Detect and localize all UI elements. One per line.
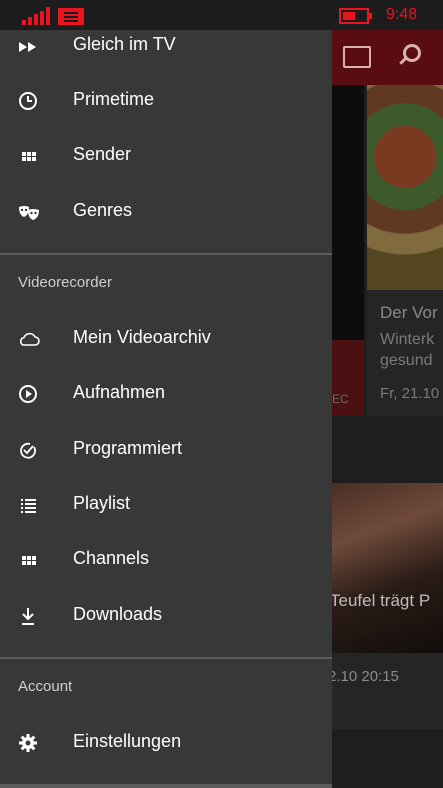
- nav-label: Sender: [73, 144, 132, 164]
- nav-item-einstellungen[interactable]: Einstellungen: [0, 719, 332, 769]
- section-header-videorecorder: Videorecorder: [18, 274, 112, 291]
- food-tile-image[interactable]: [367, 85, 443, 290]
- nav-label: Einstellungen: [73, 731, 182, 751]
- nav-item-genres[interactable]: Genres: [0, 188, 332, 238]
- tile-dark[interactable]: [332, 85, 364, 370]
- play-circle-icon: [19, 385, 37, 403]
- signal-strength-icon: [22, 7, 50, 25]
- section-header-account: Account: [18, 678, 73, 695]
- nav-label: Channels: [73, 548, 150, 568]
- clock-icon: [19, 92, 37, 110]
- nav-item-programmiert[interactable]: Programmiert: [0, 426, 332, 476]
- navigation-drawer: Gleich im TV Primetime Sender Genres Vid…: [0, 30, 332, 788]
- cloud-icon: [20, 332, 40, 346]
- status-clock: 9:48: [386, 6, 418, 23]
- nav-item-sender[interactable]: Sender: [0, 132, 332, 182]
- food-tile-date: Fr, 21.10: [380, 385, 440, 402]
- nav-item-playlist[interactable]: Playlist: [0, 481, 332, 531]
- nav-label: Primetime: [73, 89, 155, 109]
- status-bar: 9:48: [0, 0, 443, 30]
- fast-forward-icon: [19, 42, 36, 52]
- movie-tile-title: Teufel trägt P: [330, 591, 431, 610]
- gear-icon: [19, 734, 37, 752]
- nav-item-gleich-im-tv[interactable]: Gleich im TV: [0, 30, 332, 72]
- nav-label: Playlist: [73, 493, 131, 513]
- movie-tile-image[interactable]: [332, 483, 443, 653]
- movie-tile-caption: [332, 653, 443, 730]
- check-clock-icon: [20, 442, 36, 459]
- section-divider: [0, 253, 332, 255]
- nav-label: Gleich im TV: [73, 34, 176, 54]
- search-icon[interactable]: [403, 44, 421, 62]
- nav-label: Aufnahmen: [73, 382, 166, 402]
- message-icon: [58, 8, 84, 25]
- nav-item-aufnahmen[interactable]: Aufnahmen: [0, 370, 332, 420]
- nav-label: Mein Videoarchiv: [73, 327, 211, 347]
- grid-icon: [22, 152, 36, 161]
- list-icon: [21, 499, 36, 513]
- battery-charging-icon: [339, 8, 372, 24]
- food-tile-subtitle: Winterk: [380, 331, 435, 348]
- movie-tile-time: 2.10 20:15: [328, 668, 399, 685]
- drawer-bottom-edge: [0, 784, 332, 788]
- nav-item-mein-videoarchiv[interactable]: Mein Videoarchiv: [0, 315, 332, 365]
- nav-label: Downloads: [73, 604, 163, 624]
- section-divider: [0, 657, 332, 659]
- nav-item-channels[interactable]: Channels: [0, 536, 332, 586]
- download-icon: [22, 608, 34, 625]
- grid-icon: [22, 556, 36, 565]
- nav-label: Programmiert: [73, 438, 183, 458]
- masks-icon: [19, 206, 39, 220]
- food-tile-subtitle-2: gesund: [380, 352, 433, 369]
- nav-item-downloads[interactable]: Downloads: [0, 592, 332, 642]
- nav-label: Genres: [73, 200, 133, 220]
- tile-tag: EC: [332, 392, 349, 406]
- nav-item-primetime[interactable]: Primetime: [0, 77, 332, 127]
- food-tile-title: Der Vor: [380, 303, 438, 322]
- cast-icon[interactable]: [343, 46, 371, 68]
